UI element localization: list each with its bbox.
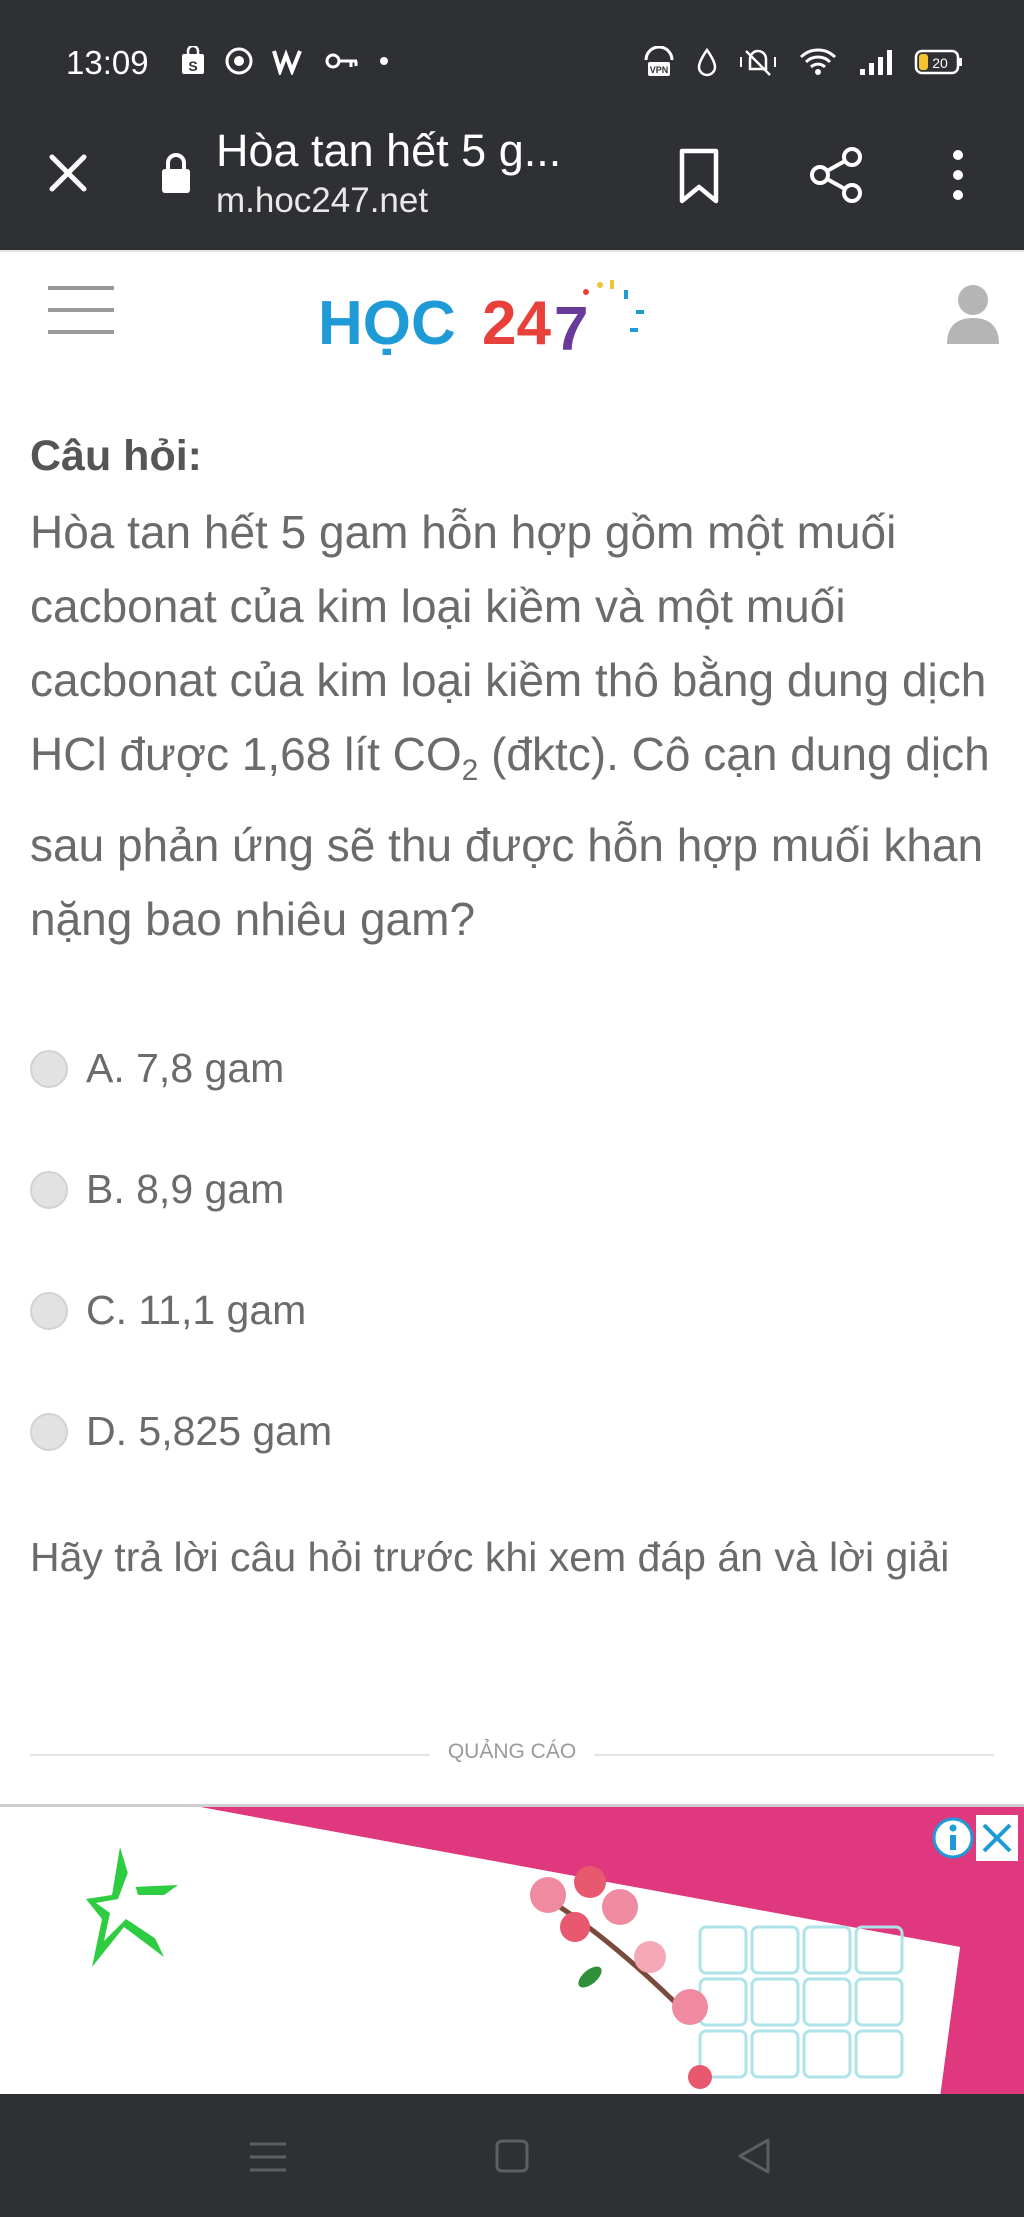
ad-close-icon[interactable] [976,1815,1018,1861]
key-icon [325,53,358,69]
back-icon[interactable] [736,2136,772,2176]
radio-button-icon[interactable] [30,1291,68,1330]
page-url[interactable]: m.hoc247.net [216,181,428,221]
w-app-icon [272,49,302,75]
ad-divider: QUẢNG CÁO [30,1740,994,1770]
status-bar: 13:09 S VPN 20 [0,0,1024,125]
svg-text:VPN: VPN [650,65,669,75]
home-icon[interactable] [494,2138,530,2174]
answer-notice: Hãy trả lời câu hỏi trước khi xem đáp án… [30,1534,950,1580]
svg-text:20: 20 [932,55,948,71]
shopping-bag-icon: S [182,46,204,74]
wifi-icon [799,48,837,75]
option-b-label: B. 8,9 gam [86,1166,285,1212]
lock-icon [162,153,190,193]
site-header: HỌC 24 7 [0,250,1024,382]
option-c[interactable]: C. 11,1 gam [30,1287,306,1334]
option-d[interactable]: D. 5,825 gam [30,1408,332,1455]
hamburger-menu-icon[interactable] [46,282,116,338]
system-icons: VPN 20 [642,46,964,78]
svg-text:HỌC: HỌC [318,289,456,358]
ad-label: QUẢNG CÁO [447,1740,577,1763]
ad-banner[interactable] [0,1804,1024,2097]
question-text: Hòa tan hết 5 gam hỗn hợp gồm một muối c… [30,495,990,956]
close-icon[interactable] [42,147,94,199]
chrome-icon [225,47,253,75]
radio-button-icon[interactable] [30,1412,68,1451]
option-b[interactable]: B. 8,9 gam [30,1166,284,1213]
dot-icon [380,57,388,65]
option-a[interactable]: A. 7,8 gam [30,1045,284,1092]
question-heading: Câu hỏi: [30,432,202,480]
divider-line-right [594,1754,994,1756]
battery-icon: 20 [914,49,962,75]
co2-formula: CO2 [392,728,479,788]
more-options-icon[interactable] [944,145,972,205]
share-icon[interactable] [806,145,866,205]
bookmark-icon[interactable] [676,147,722,205]
vpn-icon: VPN [644,46,674,76]
option-a-label: A. 7,8 gam [86,1045,285,1091]
mute-icon [740,49,776,76]
system-nav-bar [0,2094,1024,2217]
svg-text:S: S [188,58,197,74]
page-title[interactable]: Hòa tan hết 5 g... [216,125,561,177]
radio-button-icon[interactable] [30,1170,68,1209]
user-avatar-icon[interactable] [944,282,1002,346]
status-time: 13:09 [66,44,149,81]
signal-icon [860,50,892,75]
svg-text:24: 24 [482,289,551,358]
drop-icon [697,47,717,77]
option-c-label: C. 11,1 gam [86,1287,307,1333]
ad-info-icon[interactable] [930,1815,976,1861]
radio-button-icon[interactable] [30,1049,68,1088]
svg-text:7: 7 [554,295,588,360]
hoc247-logo[interactable]: HỌC 24 7 [318,276,658,360]
recent-apps-icon[interactable] [248,2140,288,2174]
ad-artwork[interactable] [0,1807,1024,2097]
option-d-label: D. 5,825 gam [86,1408,333,1454]
notification-icons: S [180,46,390,76]
browser-toolbar: Hòa tan hết 5 g... m.hoc247.net [0,125,1024,250]
